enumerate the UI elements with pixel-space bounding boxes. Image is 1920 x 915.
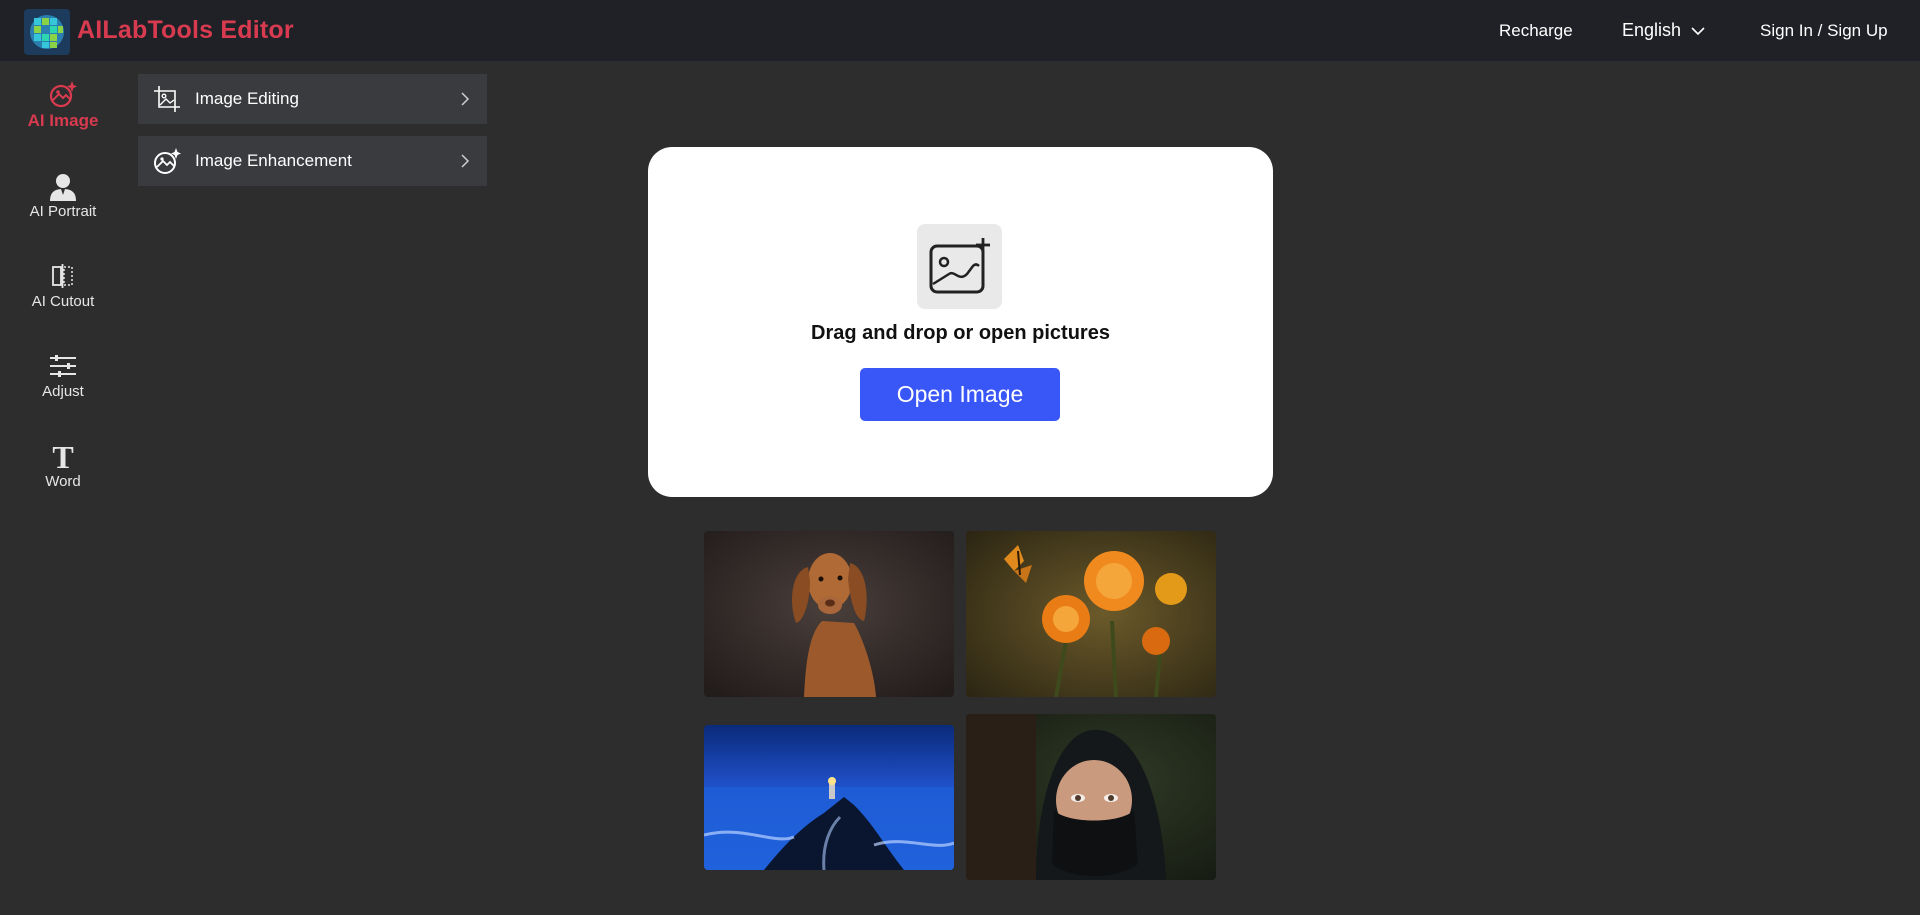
rail-item-adjust[interactable]: Adjust	[0, 351, 126, 400]
svg-text:T: T	[52, 441, 73, 471]
sample-image-lighthouse[interactable]	[704, 725, 954, 870]
language-label: English	[1622, 20, 1682, 40]
sample-image-woman[interactable]	[966, 714, 1216, 880]
rail-item-ai-portrait[interactable]: AI Portrait	[0, 171, 126, 220]
crop-image-icon	[154, 86, 180, 112]
rail-item-label: AI Image	[27, 111, 99, 130]
rail-item-word[interactable]: T Word	[0, 441, 126, 490]
submenu-item-image-enhancement[interactable]: Image Enhancement	[138, 136, 487, 186]
submenu-item-label: Image Editing	[195, 89, 299, 108]
brand-title: AILabTools Editor	[77, 16, 294, 44]
tool-rail: AI Image AI Portrait AI Cutout Adjust T	[0, 61, 126, 915]
sliders-icon	[50, 355, 76, 377]
chevron-right-icon	[461, 154, 470, 168]
drop-instructions: Drag and drop or open pictures	[811, 322, 1110, 344]
top-bar: AILabTools Editor Recharge English Sign …	[0, 0, 1920, 62]
rail-item-label: AI Portrait	[29, 203, 97, 220]
add-image-icon	[929, 238, 990, 294]
text-icon: T	[52, 441, 73, 471]
recharge-link[interactable]: Recharge	[1499, 0, 1573, 61]
logo-icon[interactable]	[24, 9, 70, 55]
language-select[interactable]: English	[1622, 0, 1705, 61]
rail-item-ai-cutout[interactable]: AI Cutout	[0, 261, 126, 310]
submenu-item-label: Image Enhancement	[195, 151, 352, 170]
cutout-icon	[52, 264, 73, 288]
upload-drop-zone[interactable]: Drag and drop or open pictures Open Imag…	[648, 147, 1273, 497]
rail-item-label: AI Cutout	[31, 293, 95, 310]
rail-item-label: Adjust	[42, 383, 84, 400]
open-image-button[interactable]: Open Image	[860, 368, 1060, 421]
portrait-icon	[50, 174, 76, 201]
ai-image-icon	[49, 81, 77, 108]
sample-image-dog[interactable]	[704, 531, 954, 697]
chevron-down-icon	[1691, 26, 1705, 35]
add-image-button[interactable]	[917, 224, 1002, 309]
chevron-right-icon	[461, 92, 470, 106]
sample-image-flowers[interactable]	[966, 531, 1216, 697]
rail-item-label: Word	[45, 473, 81, 490]
enhance-icon	[154, 148, 181, 174]
rail-item-ai-image[interactable]: AI Image	[0, 79, 126, 131]
sign-in-link[interactable]: Sign In / Sign Up	[1760, 0, 1888, 61]
submenu-item-image-editing[interactable]: Image Editing	[138, 74, 487, 124]
